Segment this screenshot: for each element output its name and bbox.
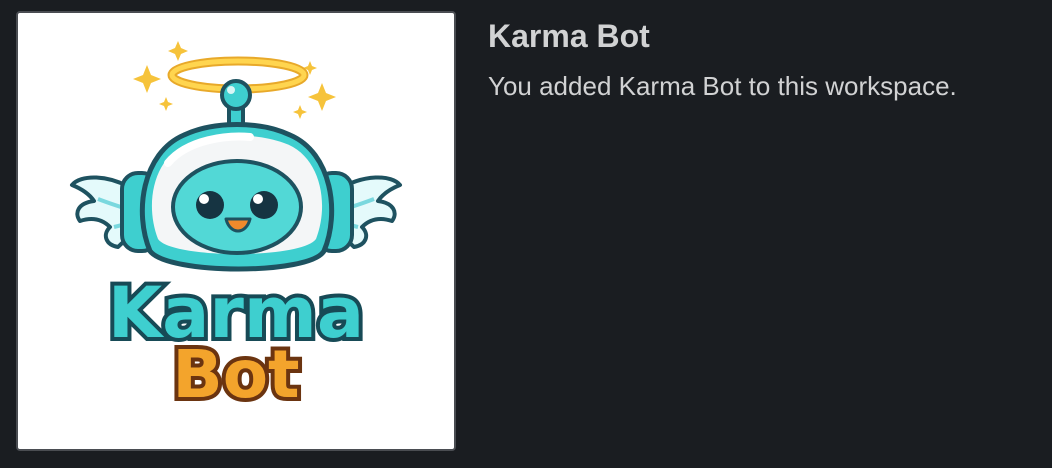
profile-info: Karma Bot You added Karma Bot to this wo… — [488, 14, 1036, 104]
logo-text-bot: Bot — [172, 336, 299, 413]
right-eye — [250, 191, 278, 219]
app-profile-card: Karma Bot Karma Bot You added Karma Bot … — [0, 0, 1052, 468]
bot-avatar[interactable]: Karma Bot — [16, 11, 456, 451]
left-eye — [196, 191, 224, 219]
logo-wordmark: Karma Bot — [104, 268, 368, 417]
karma-bot-logo: Karma Bot — [70, 41, 402, 417]
robot-head — [139, 122, 335, 272]
bot-name[interactable]: Karma Bot — [488, 14, 1036, 58]
face-screen — [171, 159, 303, 255]
bot-description: You added Karma Bot to this workspace. — [488, 71, 957, 101]
